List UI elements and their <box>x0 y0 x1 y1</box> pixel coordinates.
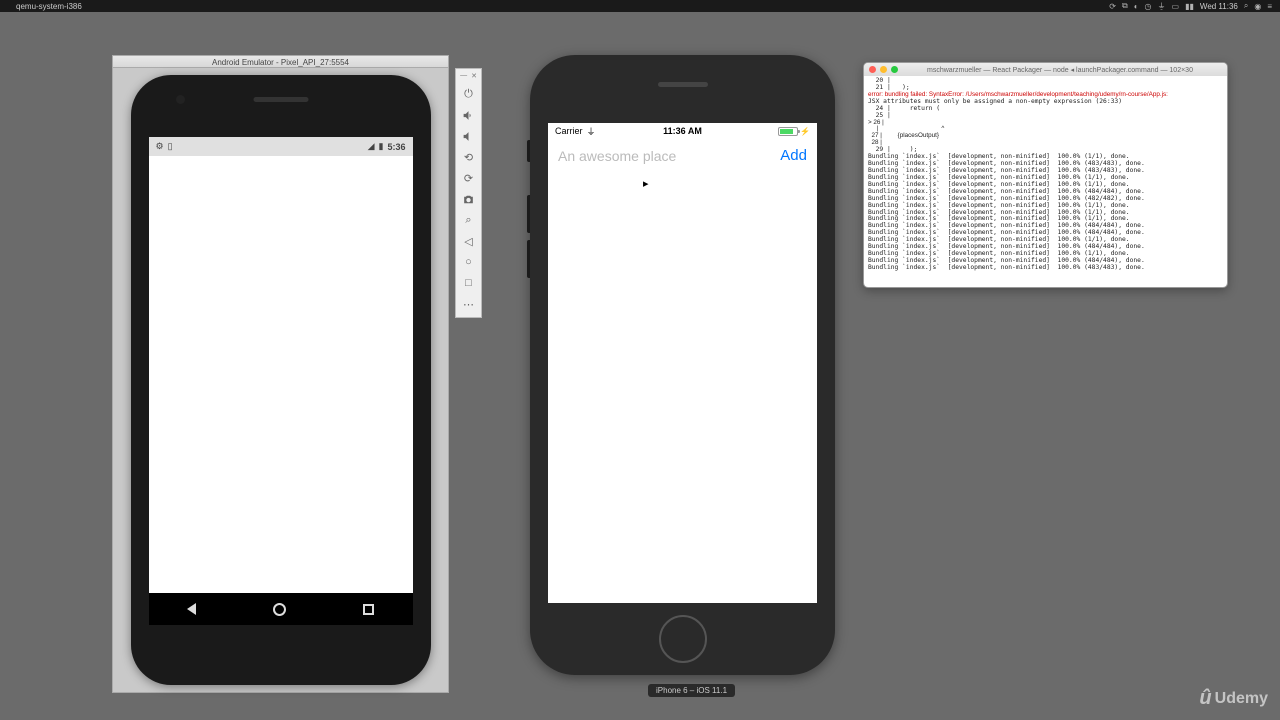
terminal-window[interactable]: mschwarzmueller — React Packager — node … <box>863 62 1228 288</box>
power-button[interactable]: ⏻ <box>459 84 479 104</box>
activity-icon[interactable]: ◐ <box>1134 2 1139 11</box>
android-status-bar: ⚙ ▯ ◢ ▮ 5:36 <box>149 137 413 156</box>
mute-switch <box>527 140 530 162</box>
search-icon[interactable]: ⌕ <box>1244 1 1248 11</box>
menubar-datetime[interactable]: Wed 11:36 <box>1200 2 1238 11</box>
home-button[interactable] <box>659 615 707 663</box>
macos-menubar: qemu-system-i386 ⟳ ⧉ ◐ ◷ ⏚ ▭ ▮▮ Wed 11:3… <box>0 0 1280 12</box>
wifi-icon[interactable]: ⏚ <box>1158 1 1166 12</box>
clock-icon[interactable]: ◷ <box>1145 2 1152 11</box>
udemy-label: Udemy <box>1215 690 1268 708</box>
udemy-watermark: û Udemy <box>1199 687 1268 710</box>
back-button[interactable]: ◁ <box>459 231 479 251</box>
dropbox-icon[interactable]: ⧉ <box>1122 1 1128 11</box>
terminal-output[interactable]: 20 | 21 | ); error: bundling failed: Syn… <box>864 76 1227 274</box>
rotate-left-button[interactable]: ⟲ <box>459 147 479 167</box>
close-icon[interactable] <box>869 66 876 73</box>
camera-icon <box>176 95 185 104</box>
camera-button[interactable] <box>459 189 479 209</box>
udemy-logo-icon: û <box>1199 687 1211 710</box>
carrier-label: Carrier <box>555 126 583 136</box>
overview-button[interactable]: □ <box>459 273 479 293</box>
iphone-screen[interactable]: Carrier ⏚ 11:36 AM ⚡ Add <box>548 123 817 603</box>
add-button[interactable]: Add <box>780 147 807 164</box>
emulator-controls: — ✕ ⏻ ⟲ ⟳ ⌕ ◁ ○ □ ⋯ <box>455 68 482 318</box>
charging-icon: ⚡ <box>800 127 810 136</box>
battery-icon[interactable]: ▮▮ <box>1185 2 1194 11</box>
mouse-cursor: ▸ <box>643 177 649 190</box>
nav-overview-icon[interactable] <box>363 604 374 615</box>
vol-down <box>527 240 530 278</box>
speaker-icon <box>253 97 308 102</box>
battery-icon <box>778 127 798 136</box>
simulator-label: iPhone 6 – iOS 11.1 <box>648 684 735 697</box>
home-button[interactable]: ○ <box>459 252 479 272</box>
minimize-icon[interactable]: — <box>460 72 467 80</box>
vol-up <box>527 195 530 233</box>
signal-icon: ◢ <box>368 141 375 152</box>
app-name[interactable]: qemu-system-i386 <box>16 2 82 11</box>
android-time: 5:36 <box>387 142 405 152</box>
nav-home-icon[interactable] <box>273 603 286 616</box>
ios-status-bar: Carrier ⏚ 11:36 AM ⚡ <box>548 123 817 139</box>
display-icon[interactable]: ▭ <box>1172 2 1180 11</box>
rotate-right-button[interactable]: ⟳ <box>459 168 479 188</box>
nav-back-icon[interactable] <box>187 603 196 615</box>
pixel-device-frame: ⚙ ▯ ◢ ▮ 5:36 <box>131 75 431 685</box>
place-name-input[interactable] <box>558 148 772 164</box>
android-nav-bar <box>149 593 413 625</box>
battery-icon: ▮ <box>379 141 384 152</box>
sync-icon[interactable]: ⟳ <box>1109 2 1116 11</box>
terminal-title: mschwarzmueller — React Packager — node … <box>927 66 1193 74</box>
volume-up-button[interactable] <box>459 105 479 125</box>
zoom-button[interactable]: ⌕ <box>459 210 479 230</box>
notifications-icon[interactable]: ≡ <box>1267 2 1272 11</box>
android-screen[interactable]: ⚙ ▯ ◢ ▮ 5:36 <box>149 137 413 625</box>
iphone-device-frame: Carrier ⏚ 11:36 AM ⚡ Add <box>530 55 835 675</box>
wifi-icon: ⏚ <box>587 125 596 138</box>
minimize-icon[interactable] <box>880 66 887 73</box>
android-emulator-window: Android Emulator - Pixel_API_27:5554 ⚙ ▯… <box>112 55 449 693</box>
ios-time: 11:36 AM <box>663 126 702 136</box>
terminal-titlebar[interactable]: mschwarzmueller — React Packager — node … <box>864 63 1227 76</box>
more-button[interactable]: ⋯ <box>459 294 479 314</box>
zoom-icon[interactable] <box>891 66 898 73</box>
android-window-title[interactable]: Android Emulator - Pixel_API_27:5554 <box>112 55 449 68</box>
close-icon[interactable]: ✕ <box>471 72 477 80</box>
siri-icon[interactable]: ◉ <box>1254 2 1261 11</box>
volume-down-button[interactable] <box>459 126 479 146</box>
gear-icon: ⚙ <box>156 141 164 152</box>
speaker-icon <box>658 82 708 87</box>
battery-warn-icon: ▯ <box>168 141 173 152</box>
